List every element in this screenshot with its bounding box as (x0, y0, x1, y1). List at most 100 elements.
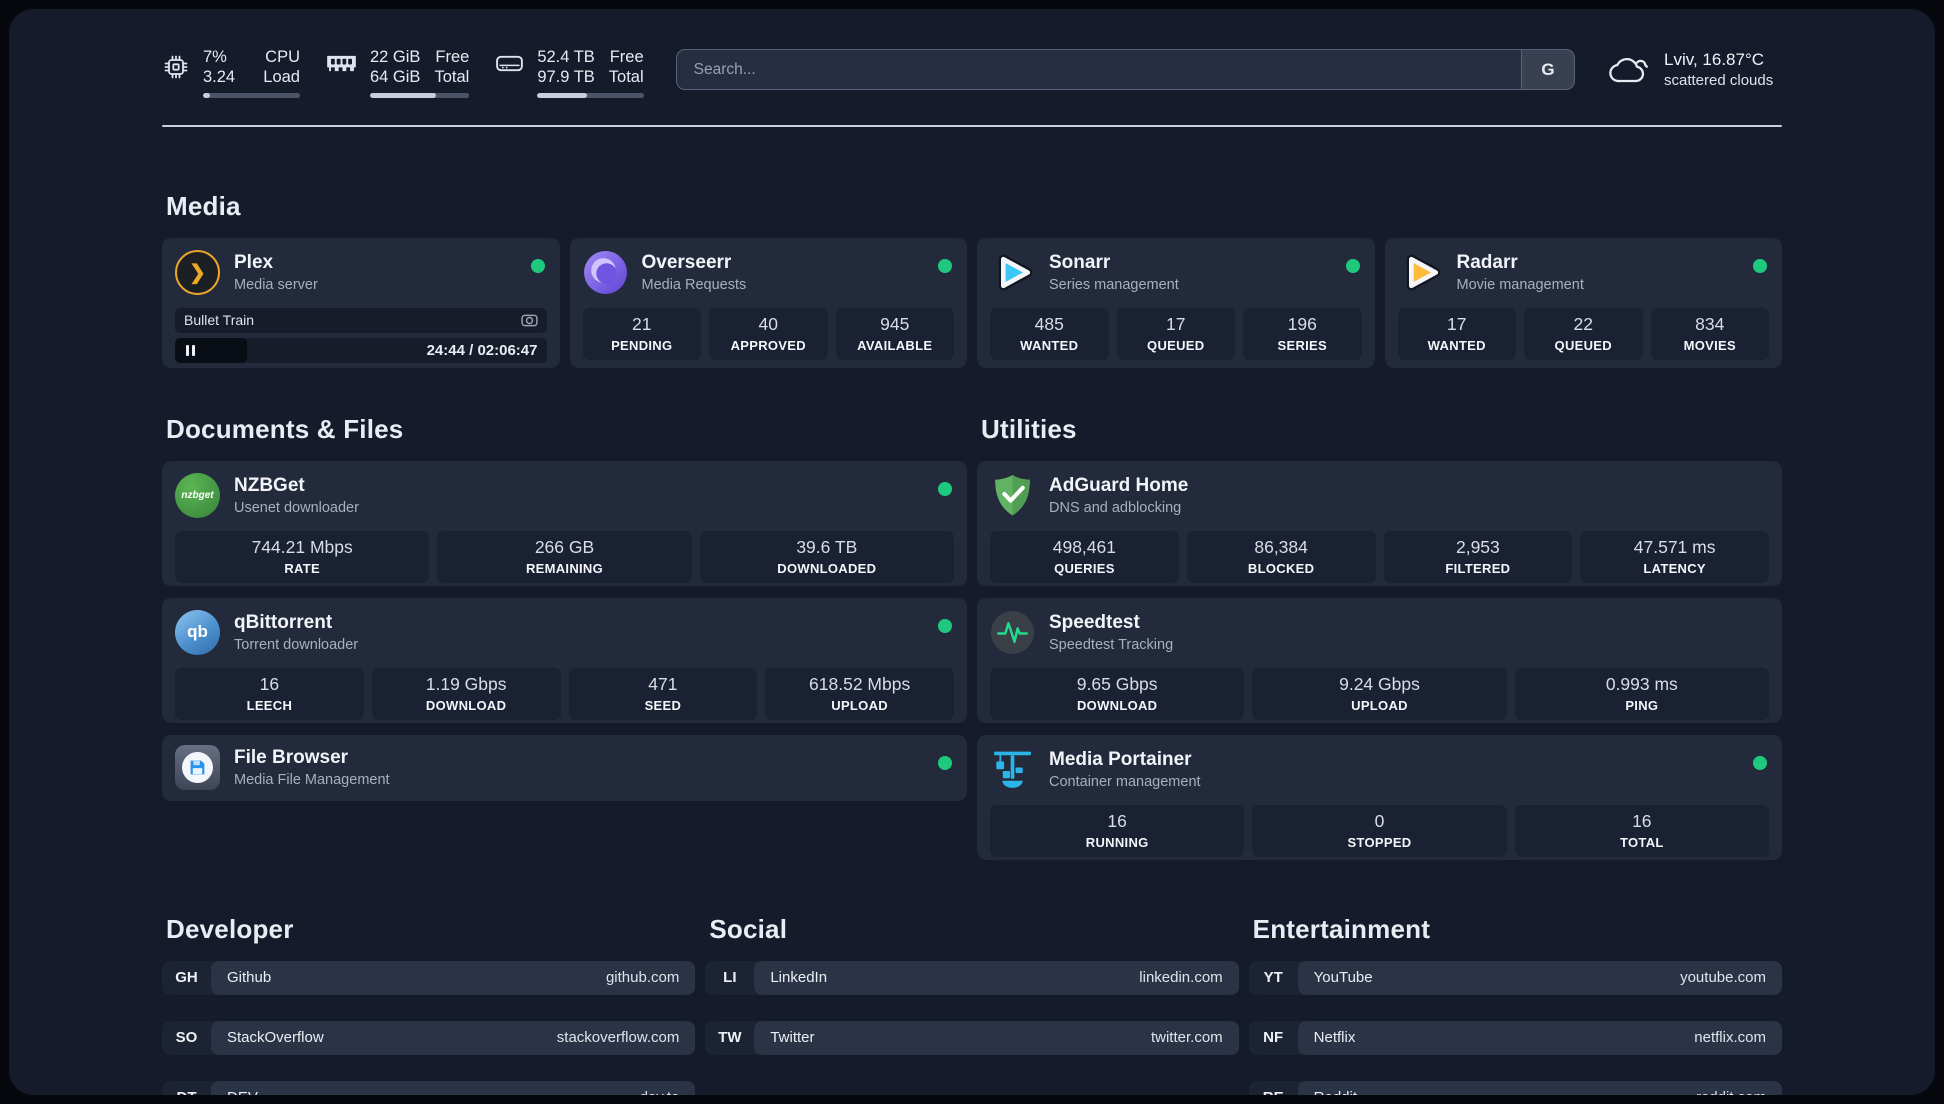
stat-box: 47.571 ms LATENCY (1580, 530, 1769, 583)
search-input[interactable] (676, 50, 1521, 89)
bookmark-linkedin[interactable]: LI LinkedIn linkedin.com (705, 960, 1239, 995)
stat-value: 16 (259, 674, 280, 695)
disk-widget: 52.4 TB 97.9 TB Free Total (495, 47, 644, 98)
stat-label: PING (1625, 698, 1659, 714)
service-subtitle: Media File Management (234, 771, 390, 788)
service-card-overseerr[interactable]: Overseerr Media Requests 21 PENDING 40 A… (569, 237, 967, 368)
stat-label: WANTED (1427, 338, 1486, 354)
weather-condition: scattered clouds (1664, 72, 1774, 90)
service-card-portainer[interactable]: Media Portainer Container management 16 … (977, 734, 1782, 860)
pause-button[interactable] (175, 337, 248, 363)
bookmark-name: StackOverflow (227, 1029, 324, 1047)
service-card-qbittorrent[interactable]: qb qBittorrent Torrent downloader 16 LEE… (162, 597, 967, 723)
section-title-utilities: Utilities (981, 413, 1077, 444)
stat-box: 17 WANTED (1397, 307, 1516, 360)
bookmark-abbr: LI (723, 969, 737, 987)
stat-value: 945 (880, 314, 910, 335)
disk-progress-track (537, 92, 644, 98)
stat-box: 196 SERIES (1243, 307, 1362, 360)
stat-label: FILTERED (1445, 561, 1511, 577)
bookmark-dev[interactable]: DT DEV dev.to (162, 1080, 696, 1095)
service-card-filebrowser[interactable]: File Browser Media File Management (162, 734, 967, 801)
playback-progress: 24:44 / 02:06:47 (175, 337, 547, 363)
bookmark-domain: linkedin.com (1139, 969, 1223, 987)
video-icon (520, 314, 538, 327)
documents-section: Documents & Files nzbget NZBGet Usenet d… (162, 414, 967, 801)
stat-value: 2,953 (1455, 537, 1500, 558)
disk-free: 52.4 TB (537, 48, 595, 66)
service-subtitle: Speedtest Tracking (1049, 636, 1174, 653)
stat-label: MOVIES (1683, 338, 1736, 354)
stat-box: 266 GB REMAINING (437, 530, 692, 583)
pause-icon-bar (192, 344, 195, 356)
stat-label: DOWNLOAD (425, 698, 507, 714)
service-title: Speedtest (1049, 611, 1140, 633)
stat-box: 21 PENDING (582, 307, 701, 360)
bookmark-youtube[interactable]: YT YouTube youtube.com (1248, 960, 1782, 995)
media-section: ❯ Plex Media server Bullet Train 24:44 /… (162, 237, 1782, 368)
adguard-icon (995, 474, 1030, 516)
cpu-label-1: CPU (265, 48, 300, 66)
service-title: Plex (234, 251, 274, 273)
bookmark-domain: dev.to (640, 1089, 680, 1095)
memory-labels: Free Total (434, 47, 469, 88)
status-dot (1753, 258, 1767, 273)
stat-value: 485 (1034, 314, 1064, 335)
bookmark-twitter[interactable]: TW Twitter twitter.com (705, 1020, 1239, 1055)
stat-box: 744.21 Mbps RATE (175, 530, 430, 583)
bookmark-reddit[interactable]: RE Reddit reddit.com (1248, 1080, 1782, 1095)
stat-label: DOWNLOADED (777, 561, 877, 577)
bookmarks-developer: Developer GH Github github.com SO StackO… (162, 914, 696, 1095)
stat-box: 9.24 Gbps UPLOAD (1252, 667, 1507, 720)
cpu-labels: CPU Load (263, 47, 300, 88)
cloud-icon (1609, 58, 1648, 83)
service-card-adguard[interactable]: AdGuard Home DNS and adblocking 498,461 … (977, 460, 1782, 586)
memory-widget: 22 GiB 64 GiB Free Total (326, 47, 470, 98)
stat-value: 47.571 ms (1633, 537, 1716, 558)
memory-icon (327, 55, 356, 72)
bookmark-abbr: RE (1249, 1081, 1298, 1095)
bookmark-abbr: NF (1263, 1029, 1284, 1047)
speedtest-icon (991, 610, 1034, 654)
stat-label: DOWNLOAD (1076, 698, 1158, 714)
stat-box: 16 TOTAL (1514, 804, 1769, 857)
bookmark-netflix[interactable]: NF Netflix netflix.com (1248, 1020, 1782, 1055)
bookmark-name: Reddit (1314, 1089, 1357, 1095)
stat-label: UPLOAD (1351, 698, 1408, 714)
stat-value: 16 (1107, 811, 1127, 832)
stat-value: 40 (758, 314, 778, 335)
stat-label: BLOCKED (1247, 561, 1315, 577)
service-card-speedtest[interactable]: Speedtest Speedtest Tracking 9.65 Gbps D… (977, 597, 1782, 723)
service-card-sonarr[interactable]: Sonarr Series management 485 WANTED 17 Q… (977, 237, 1375, 368)
portainer-icon (994, 751, 1031, 788)
dashboard-frame: 7% 3.24 CPU Load 22 GiB 64 GiB Free Tota… (9, 9, 1935, 1095)
status-dot (938, 481, 952, 496)
now-playing-title: Bullet Train (184, 312, 255, 329)
stat-value: 86,384 (1254, 537, 1308, 558)
header-divider (162, 124, 1782, 127)
stat-box: 834 MOVIES (1650, 307, 1769, 360)
search-provider-button[interactable]: G (1521, 50, 1574, 89)
service-subtitle: DNS and adblocking (1049, 499, 1182, 516)
service-title: NZBGet (234, 474, 305, 496)
stat-value: 471 (648, 674, 678, 695)
disk-label-1: Free (609, 48, 644, 66)
disk-progress-fill (537, 92, 588, 98)
bookmark-stackoverflow[interactable]: SO StackOverflow stackoverflow.com (162, 1020, 696, 1055)
stat-box: 86,384 BLOCKED (1186, 530, 1376, 583)
section-title-social: Social (709, 913, 788, 944)
bookmark-abbr: YT (1263, 969, 1283, 987)
stat-box: 9.65 Gbps DOWNLOAD (990, 667, 1245, 720)
service-card-nzbget[interactable]: nzbget NZBGet Usenet downloader 744.21 M… (162, 460, 967, 586)
search-bar: G (675, 49, 1575, 90)
stat-value: 9.65 Gbps (1076, 674, 1158, 695)
disk-labels: Free Total (609, 47, 644, 88)
stat-label: QUEUED (1554, 338, 1612, 354)
disk-total: 97.9 TB (537, 68, 595, 87)
stat-box: 471 SEED (568, 667, 758, 720)
stat-value: 0 (1374, 811, 1385, 832)
bookmark-github[interactable]: GH Github github.com (162, 960, 696, 995)
status-dot (530, 258, 545, 273)
service-card-plex[interactable]: ❯ Plex Media server Bullet Train 24:44 /… (162, 237, 560, 368)
service-card-radarr[interactable]: Radarr Movie management 17 WANTED 22 QUE… (1384, 237, 1782, 368)
